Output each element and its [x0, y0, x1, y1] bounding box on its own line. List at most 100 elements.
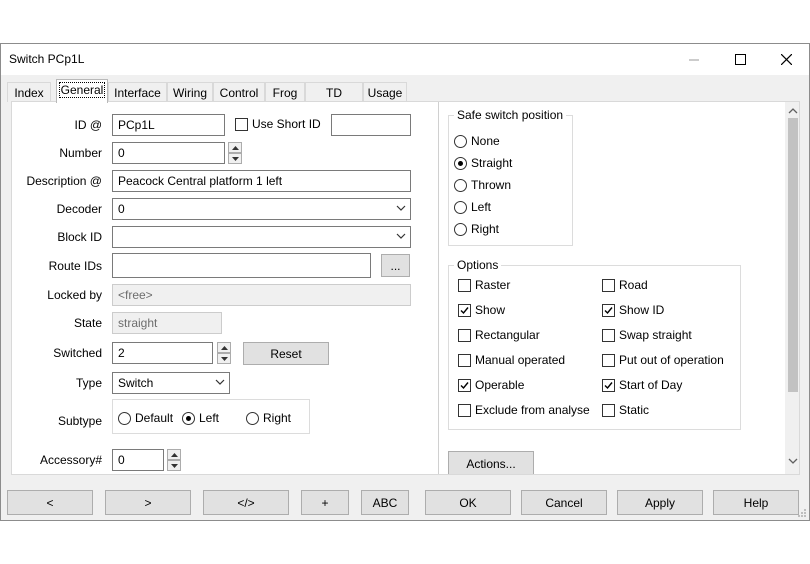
id-input[interactable]: PCp1L	[112, 114, 225, 136]
description-input[interactable]: Peacock Central platform 1 left	[112, 170, 411, 192]
radio-circle	[118, 411, 131, 425]
subtype-default-radio[interactable]: Default	[118, 411, 173, 425]
checkbox-box	[602, 328, 615, 342]
option-exclude-from-analyse-checkbox[interactable]: Exclude from analyse	[458, 403, 590, 417]
radio-circle	[454, 200, 467, 214]
locked-by-field: <free>	[112, 284, 411, 306]
checkbox-box	[458, 328, 471, 342]
tab-td[interactable]: TD	[305, 82, 363, 102]
minimize-button[interactable]	[671, 44, 717, 75]
safe-straight-radio[interactable]: Straight	[454, 156, 512, 170]
spin-down-icon[interactable]	[228, 153, 242, 164]
safe-thrown-radio[interactable]: Thrown	[454, 178, 511, 192]
add-button[interactable]: +	[301, 490, 349, 515]
maximize-button[interactable]	[717, 44, 763, 75]
spin-down-icon[interactable]	[167, 460, 181, 471]
checkmark-icon	[602, 303, 615, 317]
subtype-right-radio[interactable]: Right	[246, 411, 291, 425]
tab-interface[interactable]: Interface	[108, 82, 167, 102]
chevron-down-icon	[215, 379, 225, 385]
number-input[interactable]: 0	[112, 142, 225, 164]
actions-button[interactable]: Actions...	[448, 451, 534, 474]
spin-up-icon[interactable]	[228, 142, 242, 153]
checkbox-box	[602, 403, 615, 417]
option-put-out-of-operation-checkbox[interactable]: Put out of operation	[602, 353, 724, 367]
number-spinner[interactable]	[228, 142, 242, 164]
route-ids-input[interactable]	[112, 253, 371, 278]
chevron-down-icon	[396, 205, 406, 211]
spin-up-icon[interactable]	[217, 342, 231, 353]
checkmark-icon	[458, 378, 471, 392]
decoder-combobox[interactable]: 0	[112, 198, 411, 220]
short-id-input[interactable]	[331, 114, 411, 136]
option-rectangular-checkbox[interactable]: Rectangular	[458, 328, 540, 342]
title-bar: Switch PCp1L	[1, 44, 809, 75]
subtype-label: Subtype	[57, 414, 102, 428]
tab-general[interactable]: General	[56, 79, 108, 103]
number-label: Number	[59, 146, 102, 160]
checkbox-box	[458, 278, 471, 292]
safe-none-radio[interactable]: None	[454, 134, 500, 148]
block-id-label: Block ID	[57, 230, 102, 244]
resize-grip-icon[interactable]	[797, 508, 807, 518]
scroll-down-icon[interactable]	[785, 454, 800, 468]
spin-down-icon[interactable]	[217, 353, 231, 364]
switched-label: Switched	[53, 346, 102, 360]
option-raster-checkbox[interactable]: Raster	[458, 278, 510, 292]
radio-circle	[454, 222, 467, 236]
checkbox-box	[458, 353, 471, 367]
route-ids-browse-button[interactable]: ...	[381, 254, 410, 277]
use-short-id-checkbox[interactable]: Use Short ID	[235, 117, 321, 131]
tab-frog[interactable]: Frog	[265, 82, 305, 102]
tab-usage[interactable]: Usage	[363, 82, 407, 102]
type-combobox[interactable]: Switch	[112, 372, 230, 394]
option-manual-operated-checkbox[interactable]: Manual operated	[458, 353, 565, 367]
radio-circle	[454, 156, 467, 170]
option-show-id-checkbox[interactable]: Show ID	[602, 303, 664, 317]
apply-button[interactable]: Apply	[617, 490, 703, 515]
switch-dialog: Switch PCp1L Index General Interface Wir…	[0, 43, 810, 521]
next-button[interactable]: >	[105, 490, 191, 515]
radio-circle	[454, 134, 467, 148]
state-label: State	[73, 316, 102, 330]
radio-circle	[246, 411, 259, 425]
safe-position-title: Safe switch position	[454, 108, 567, 122]
cancel-button[interactable]: Cancel	[521, 490, 607, 515]
option-start-of-day-checkbox[interactable]: Start of Day	[602, 378, 682, 392]
checkmark-icon	[458, 303, 471, 317]
option-show-checkbox[interactable]: Show	[458, 303, 505, 317]
scroll-up-icon[interactable]	[785, 104, 800, 118]
spin-up-icon[interactable]	[167, 449, 181, 460]
maximize-icon	[734, 54, 746, 65]
xml-button[interactable]: </>	[203, 490, 289, 515]
switched-spinner[interactable]	[217, 342, 231, 364]
checkbox-box	[602, 278, 615, 292]
ok-button[interactable]: OK	[425, 490, 511, 515]
help-button[interactable]: Help	[713, 490, 799, 515]
accessory-spinner[interactable]	[167, 449, 181, 471]
accessory-input[interactable]: 0	[112, 449, 164, 471]
options-title: Options	[454, 258, 502, 272]
tab-wiring[interactable]: Wiring	[167, 82, 213, 102]
block-id-combobox[interactable]	[112, 226, 411, 248]
panel-divider	[438, 102, 439, 474]
switched-input[interactable]: 2	[112, 342, 213, 364]
general-panel: ID @ PCp1L Use Short ID Number 0 Descrip…	[11, 101, 800, 475]
option-swap-straight-checkbox[interactable]: Swap straight	[602, 328, 692, 342]
option-static-checkbox[interactable]: Static	[602, 403, 649, 417]
option-road-checkbox[interactable]: Road	[602, 278, 648, 292]
reset-button[interactable]: Reset	[243, 342, 329, 365]
subtype-left-radio[interactable]: Left	[182, 411, 219, 425]
accessory-label: Accessory#	[39, 453, 102, 467]
vertical-scrollbar[interactable]	[785, 102, 800, 474]
option-operable-checkbox[interactable]: Operable	[458, 378, 524, 392]
abc-button[interactable]: ABC	[361, 490, 409, 515]
tab-index[interactable]: Index	[7, 82, 51, 102]
close-button[interactable]	[763, 44, 809, 75]
checkbox-box	[235, 117, 248, 131]
safe-left-radio[interactable]: Left	[454, 200, 491, 214]
tab-control[interactable]: Control	[213, 82, 265, 102]
prev-button[interactable]: <	[7, 490, 93, 515]
scrollbar-thumb[interactable]	[788, 118, 798, 392]
safe-right-radio[interactable]: Right	[454, 222, 499, 236]
